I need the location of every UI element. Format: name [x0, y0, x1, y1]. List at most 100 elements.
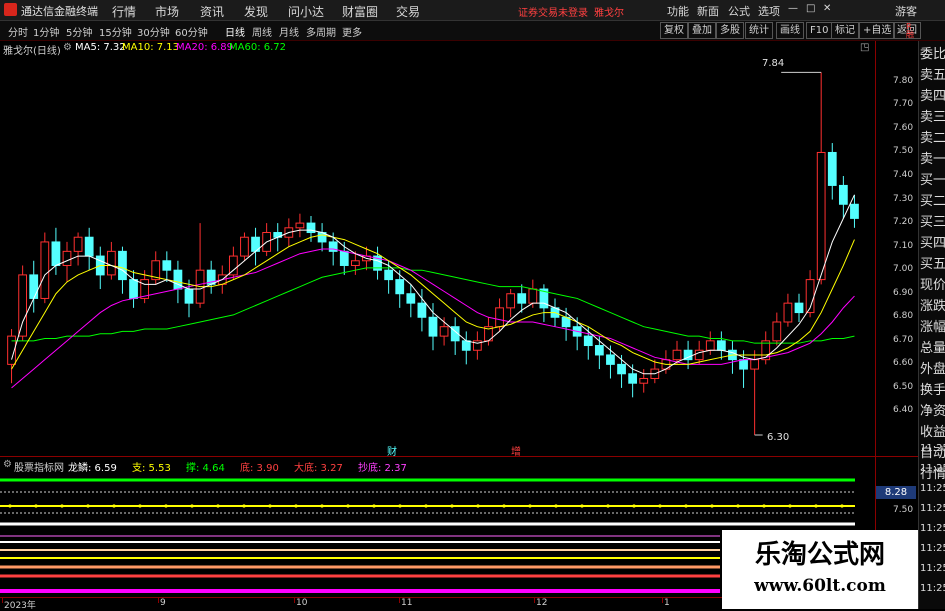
menu-ask[interactable]: 问小达: [288, 3, 324, 20]
guest-login[interactable]: 游客: [895, 3, 917, 19]
candlestick-chart[interactable]: [0, 55, 875, 455]
candle: [7, 329, 16, 384]
candle: [295, 213, 305, 238]
minimize-icon[interactable]: —: [788, 3, 798, 14]
period-15min[interactable]: 15分钟: [99, 24, 132, 39]
sidebar-item[interactable]: 买四: [920, 233, 945, 255]
candle-body: [705, 340, 715, 351]
candle-body: [428, 316, 438, 337]
candle-body: [750, 359, 760, 370]
yellow-dot: [242, 504, 246, 508]
close-icon[interactable]: ✕: [823, 3, 831, 14]
menu-market[interactable]: 市场: [155, 3, 179, 20]
f10-button[interactable]: F10: [806, 22, 833, 39]
price-tick: 7.60: [893, 122, 914, 133]
function-button[interactable]: 功能: [667, 3, 689, 19]
time-label: 11:25: [920, 583, 945, 594]
period-60min[interactable]: 60分钟: [175, 24, 208, 39]
price-tick: 6.90: [893, 287, 914, 298]
expand-icon[interactable]: ◳: [860, 42, 869, 53]
sidebar-item[interactable]: 净资: [920, 401, 945, 423]
candle-body: [850, 203, 859, 219]
sidebar-item[interactable]: 收益: [920, 422, 945, 444]
sidebar-item[interactable]: 总量: [920, 338, 945, 360]
sidebar-item[interactable]: 涨跌: [920, 296, 945, 318]
time-label: 11:25: [920, 483, 945, 494]
candle: [461, 331, 471, 365]
options-button[interactable]: 选项: [758, 3, 780, 19]
sidebar-item[interactable]: 卖二: [920, 128, 945, 150]
period-more[interactable]: 更多: [342, 24, 362, 39]
trade-login-status[interactable]: 证券交易未登录: [518, 4, 588, 19]
menu-wealth[interactable]: 财富圈: [342, 3, 378, 20]
x-tick-mark: [2, 597, 3, 603]
period-30min[interactable]: 30分钟: [137, 24, 170, 39]
candle: [506, 289, 516, 318]
overlay-button[interactable]: 叠加: [688, 22, 716, 39]
sidebar-item[interactable]: 换手: [920, 380, 945, 402]
yellow-dot: [606, 504, 610, 508]
yellow-dot: [814, 504, 818, 508]
sidebar-item[interactable]: 卖三: [920, 107, 945, 129]
sidebar-item[interactable]: 买五: [920, 254, 945, 276]
current-stock-name: 雅戈尔: [594, 8, 624, 19]
menu-quotes[interactable]: 行情: [112, 3, 136, 20]
yellow-dot: [710, 504, 714, 508]
ma20-label: MA20: 6.89: [176, 42, 234, 53]
period-monthly[interactable]: 月线: [279, 24, 299, 39]
mark-button[interactable]: 标记: [831, 22, 859, 39]
sidebar-item[interactable]: 卖一: [920, 149, 945, 171]
sidebar-item[interactable]: 涨幅: [920, 317, 945, 339]
settings-gear-icon[interactable]: ⚙: [63, 42, 72, 53]
period-daily[interactable]: 日线: [225, 24, 245, 39]
candle-body: [617, 363, 626, 375]
ma60-label: MA60: 6.72: [229, 42, 287, 53]
x-tick-mark: [294, 597, 295, 603]
candle-body: [62, 250, 72, 266]
candle-body: [384, 269, 394, 281]
candle: [95, 246, 105, 290]
maximize-icon[interactable]: □: [806, 3, 815, 14]
sidebar-item[interactable]: 买二: [920, 191, 945, 213]
sidebar-item[interactable]: 卖四: [920, 86, 945, 108]
period-multi[interactable]: 多周期: [306, 24, 336, 39]
panel-divider: [0, 456, 918, 457]
candle: [716, 331, 726, 360]
sidebar-item[interactable]: 外盘: [920, 359, 945, 381]
indicator-settings-icon[interactable]: ⚙: [3, 459, 12, 470]
indicator-axis-tick: 7.50: [893, 505, 914, 515]
price-tick: 6.60: [893, 358, 914, 369]
sidebar-item[interactable]: 委比: [920, 44, 945, 66]
menu-discover[interactable]: 发现: [244, 3, 268, 20]
period-1min[interactable]: 1分钟: [33, 24, 59, 39]
candle: [761, 331, 771, 365]
yellow-dot: [164, 504, 168, 508]
sidebar-item[interactable]: 买一: [920, 170, 945, 192]
adjust-button[interactable]: 复权: [660, 22, 688, 39]
layout-button[interactable]: 新面: [697, 3, 719, 19]
formula-button[interactable]: 公式: [728, 3, 750, 19]
watermark-box: 乐淘公式网 www.60lt.com: [722, 530, 918, 609]
yellow-dot: [34, 504, 38, 508]
sidebar-item[interactable]: 现价: [920, 275, 945, 297]
candle-body: [772, 321, 782, 342]
period-weekly[interactable]: 周线: [252, 24, 272, 39]
yellow-dot: [476, 504, 480, 508]
yellow-dot: [138, 504, 142, 508]
period-5min[interactable]: 5分钟: [66, 24, 92, 39]
candle-body: [51, 241, 61, 266]
stats-button[interactable]: 统计: [745, 22, 773, 39]
sidebar-item[interactable]: 卖五: [920, 65, 945, 87]
menu-trade[interactable]: 交易: [396, 3, 420, 20]
yellow-dot: [372, 504, 376, 508]
price-tick: 7.40: [893, 170, 914, 180]
x-axis-label: 10: [296, 598, 308, 608]
draw-line-button[interactable]: 画线: [776, 22, 804, 39]
period-timeshare[interactable]: 分时: [8, 24, 28, 39]
sidebar-item[interactable]: 买三: [920, 212, 945, 234]
candle: [129, 270, 138, 308]
multi-stock-button[interactable]: 多股: [716, 22, 744, 39]
candle-body: [506, 293, 516, 309]
add-watchlist-button[interactable]: +自选: [859, 22, 896, 39]
menu-news[interactable]: 资讯: [200, 3, 224, 20]
